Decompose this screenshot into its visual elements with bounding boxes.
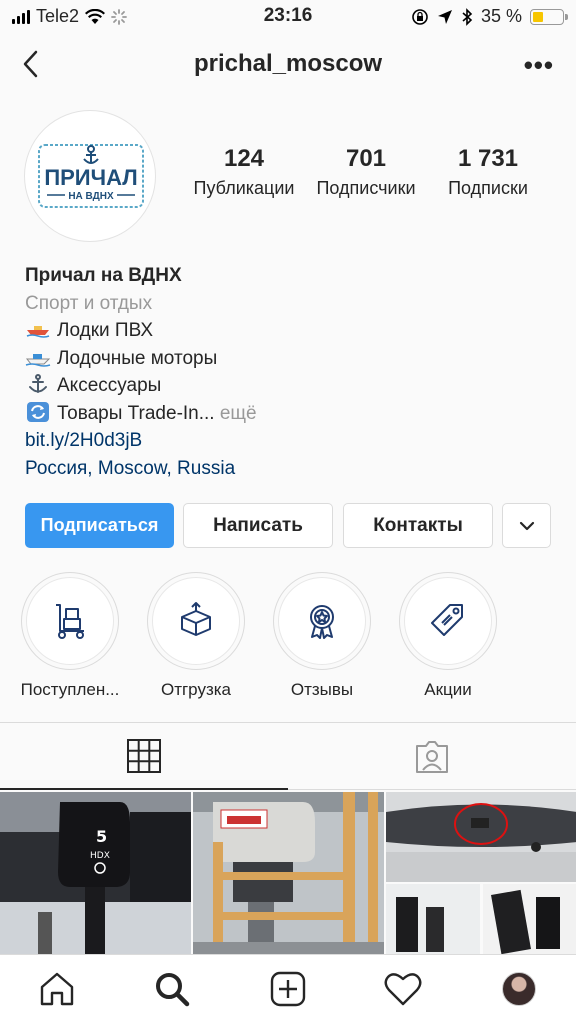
profile-category: Спорт и отдых: [25, 292, 153, 314]
follow-button[interactable]: Подписаться: [25, 503, 174, 548]
bio-line: Аксессуары: [25, 372, 545, 400]
stat-followers-count: 701: [345, 145, 387, 172]
post-thumbnail[interactable]: [193, 792, 384, 956]
bio-line: Лодки ПВХ: [25, 317, 545, 345]
posts-grid: 5 HDX: [0, 792, 576, 956]
story-highlights: Поступлен... Отгрузка Отзывы Акции: [0, 572, 576, 702]
grid-icon: [127, 738, 161, 773]
bio-line-text: Аксессуары: [57, 375, 162, 396]
stat-posts-count: 124: [223, 145, 265, 172]
anchor-emoji-icon: [29, 374, 47, 393]
bio-line-text: Лодочные моторы: [57, 347, 218, 369]
battery-icon: [530, 8, 568, 25]
heart-icon: [384, 973, 422, 1006]
repeat-emoji-icon: [27, 401, 49, 422]
highlight-item[interactable]: Акции: [388, 572, 508, 700]
motorboat-emoji-icon: [25, 353, 51, 367]
nav-search[interactable]: [152, 969, 192, 1009]
tab-tagged[interactable]: [288, 723, 576, 791]
profile-full-name: Причал на ВДНХ: [25, 265, 182, 286]
location-arrow-icon: [437, 9, 452, 24]
nav-activity[interactable]: [383, 969, 423, 1009]
status-right: 35 %: [411, 6, 568, 27]
contacts-button[interactable]: Контакты: [343, 503, 493, 548]
highlight-item[interactable]: Отгрузка: [136, 572, 256, 700]
stat-following-label: Подписки: [448, 178, 528, 198]
stat-posts[interactable]: 124 Публикации: [186, 145, 302, 203]
bio-website-link[interactable]: bit.ly/2H0d3jB: [25, 427, 545, 455]
stat-followers-label: Подписчики: [316, 178, 416, 198]
rotation-lock-icon: [412, 8, 428, 25]
highlight-item[interactable]: Поступлен...: [10, 572, 130, 700]
profile-avatar[interactable]: ПРИЧАЛ НА ВДНХ: [24, 110, 156, 242]
bottom-navigation: [0, 954, 576, 1024]
svg-text:НА ВДНХ: НА ВДНХ: [68, 191, 114, 202]
bio-more-link[interactable]: ещё: [220, 403, 257, 424]
svg-text:ПРИЧАЛ: ПРИЧАЛ: [44, 165, 137, 190]
highlight-label: Отзывы: [290, 680, 354, 699]
svg-text:HDX: HDX: [90, 851, 110, 861]
highlight-label: Отгрузка: [160, 680, 232, 699]
home-icon: [40, 972, 74, 1006]
nav-new-post[interactable]: [268, 969, 308, 1009]
motor-stand-photo: [193, 792, 384, 956]
stat-posts-label: Публикации: [193, 178, 295, 198]
bio-line: Лодочные моторы: [25, 345, 545, 373]
highlight-ring: [399, 572, 497, 670]
tab-grid[interactable]: [0, 723, 288, 790]
message-button[interactable]: Написать: [183, 503, 333, 548]
outboard-motor-photo: 5 HDX: [0, 792, 191, 956]
stat-followers[interactable]: 701 Подписчики: [302, 145, 430, 203]
status-bar: Tele2 23:16 35 %: [0, 0, 576, 34]
highlight-ring: [273, 572, 371, 670]
prichal-logo: ПРИЧАЛ НА ВДНХ: [38, 144, 144, 208]
profile-tabs: [0, 722, 576, 790]
highlight-ring: [147, 572, 245, 670]
profile-stats: 124 Публикации 701 Подписчики 1 731 Подп…: [186, 145, 556, 203]
search-icon: [156, 973, 190, 1007]
stat-following-count: 1 731: [457, 145, 519, 172]
bio-location-link[interactable]: Россия, Moscow, Russia: [25, 455, 545, 483]
stat-following[interactable]: 1 731 Подписки: [430, 145, 546, 203]
open-box-icon: [181, 602, 211, 636]
award-badge-icon: [310, 605, 334, 639]
more-options-icon[interactable]: •••: [524, 50, 554, 81]
bluetooth-icon: [462, 7, 473, 26]
boat-accessories-photo: [386, 792, 576, 956]
svg-text:5: 5: [96, 827, 107, 846]
profile-username: prichal_moscow: [193, 50, 383, 77]
boat-emoji-icon: [26, 326, 50, 338]
profile-actions: Подписаться Написать Контакты: [25, 503, 551, 548]
battery-percent: 35 %: [480, 6, 522, 26]
highlight-item[interactable]: Отзывы: [262, 572, 382, 700]
hand-truck-icon: [56, 604, 84, 639]
highlight-ring: [21, 572, 119, 670]
battery-fill: [533, 11, 543, 22]
nav-profile[interactable]: [499, 969, 539, 1009]
tagged-user-icon: [416, 741, 448, 773]
post-thumbnail[interactable]: 5 HDX: [0, 792, 191, 956]
bio-line: Товары Trade-In... ещё: [25, 400, 545, 428]
highlight-label: Акции: [424, 680, 472, 699]
nav-home[interactable]: [37, 969, 77, 1009]
chevron-down-icon: [519, 521, 534, 530]
highlight-label: Поступлен...: [20, 680, 120, 699]
suggestions-dropdown-button[interactable]: [502, 503, 551, 548]
own-avatar: [502, 972, 536, 1006]
post-thumbnail[interactable]: [386, 792, 576, 956]
price-tag-icon: [431, 604, 463, 636]
profile-header: prichal_moscow •••: [0, 38, 576, 90]
bio-line-text: Товары Trade-In...: [57, 402, 215, 424]
add-post-icon: [270, 971, 306, 1007]
profile-bio: Причал на ВДНХ Спорт и отдых Лодки ПВХ Л…: [25, 262, 545, 482]
bio-line-text: Лодки ПВХ: [57, 320, 154, 341]
